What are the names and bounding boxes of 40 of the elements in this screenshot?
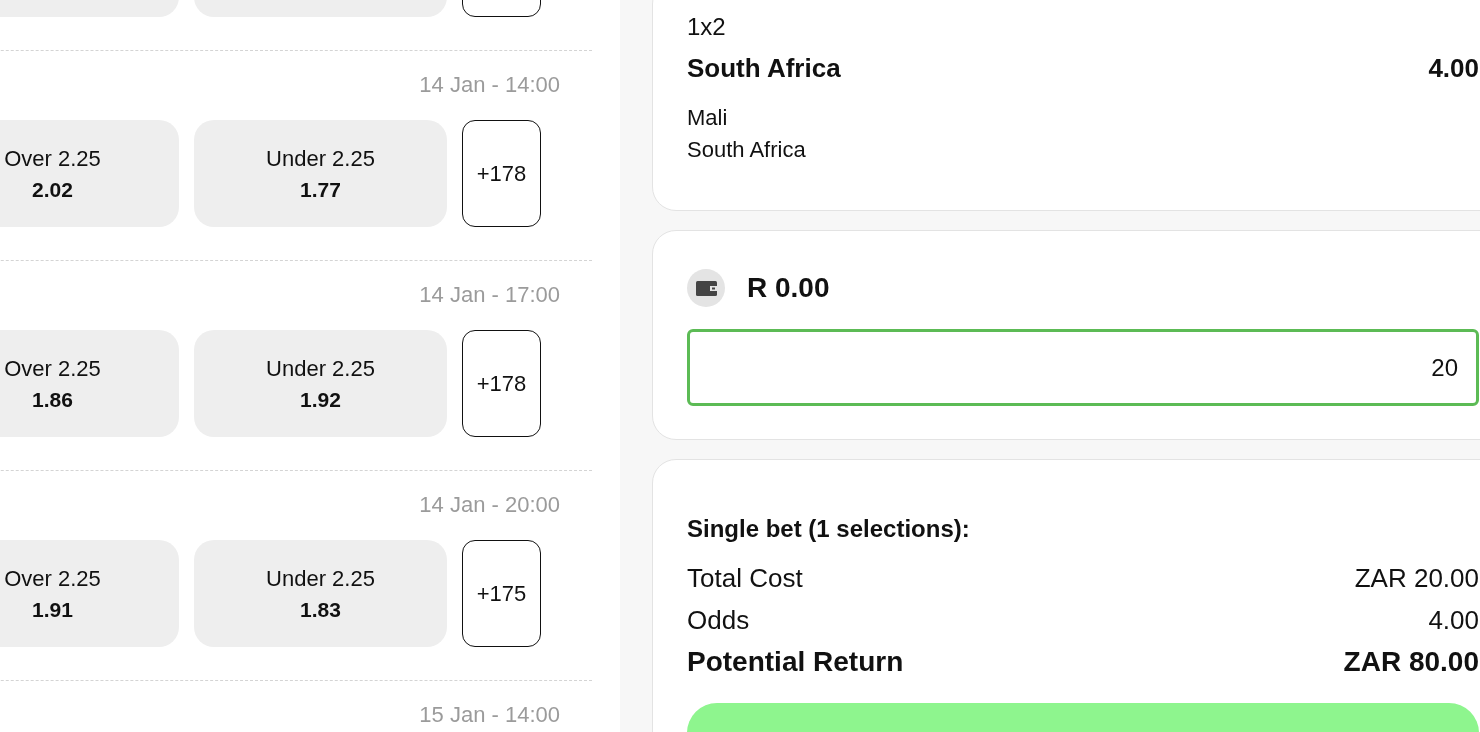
balance-amount: R 0.00 bbox=[747, 272, 830, 304]
match-time: 15 Jan - 14:00 bbox=[419, 704, 560, 726]
odds-value: 2.02 bbox=[32, 177, 73, 202]
summary-label: Total Cost bbox=[687, 562, 803, 595]
odds-value: 1.77 bbox=[300, 177, 341, 202]
odds-label: Under 2.25 bbox=[266, 355, 375, 382]
odds-label: Over 2.25 bbox=[4, 355, 101, 382]
more-markets-button[interactable]: +178 bbox=[462, 330, 541, 437]
summary-label: Potential Return bbox=[687, 645, 904, 679]
odds-label: Over 2.25 bbox=[4, 565, 101, 592]
odds-button[interactable]: Over 2.25 2.02 bbox=[0, 120, 179, 227]
stake-input[interactable]: 20 bbox=[687, 329, 1479, 406]
odds-value: 1.92 bbox=[300, 387, 341, 412]
team-name: South Africa bbox=[687, 136, 807, 164]
more-markets-button[interactable]: +178 bbox=[462, 120, 541, 227]
more-markets-button[interactable]: +175 bbox=[462, 540, 541, 647]
match-time: 14 Jan - 17:00 bbox=[419, 284, 560, 306]
summary-value: ZAR 80.00 bbox=[1343, 645, 1479, 679]
odds-label: Over 2.25 bbox=[4, 145, 101, 172]
match-time: 14 Jan - 14:00 bbox=[419, 74, 560, 96]
bet-type-title: Single bet (1 selections): bbox=[687, 515, 971, 543]
selection-odds: 4.00 bbox=[1428, 53, 1479, 84]
odds-button[interactable]: Under 2.25 1.92 bbox=[194, 330, 447, 437]
summary-value: ZAR 20.00 bbox=[1354, 562, 1479, 595]
team-name: Mali bbox=[687, 104, 729, 132]
wallet-icon bbox=[687, 269, 725, 307]
summary-value: 4.00 bbox=[1428, 604, 1479, 637]
odds-value: 1.91 bbox=[32, 597, 73, 622]
match-time: 14 Jan - 20:00 bbox=[419, 494, 560, 516]
selection-name: South Africa bbox=[687, 53, 841, 84]
odds-button[interactable]: Over 2.25 1.91 bbox=[0, 540, 179, 647]
odds-button[interactable]: Under 2.25 1.83 bbox=[194, 540, 447, 647]
odds-value: 1.86 bbox=[32, 387, 73, 412]
odds-button[interactable]: Over 2.25 1.86 bbox=[0, 330, 179, 437]
odds-label: Under 2.25 bbox=[266, 565, 375, 592]
market-name: 1x2 bbox=[687, 13, 727, 41]
odds-label: Under 2.25 bbox=[266, 145, 375, 172]
odds-button[interactable]: Under 2.25 1.77 bbox=[194, 120, 447, 227]
summary-label: Odds bbox=[687, 604, 750, 637]
odds-value: 1.83 bbox=[300, 597, 341, 622]
